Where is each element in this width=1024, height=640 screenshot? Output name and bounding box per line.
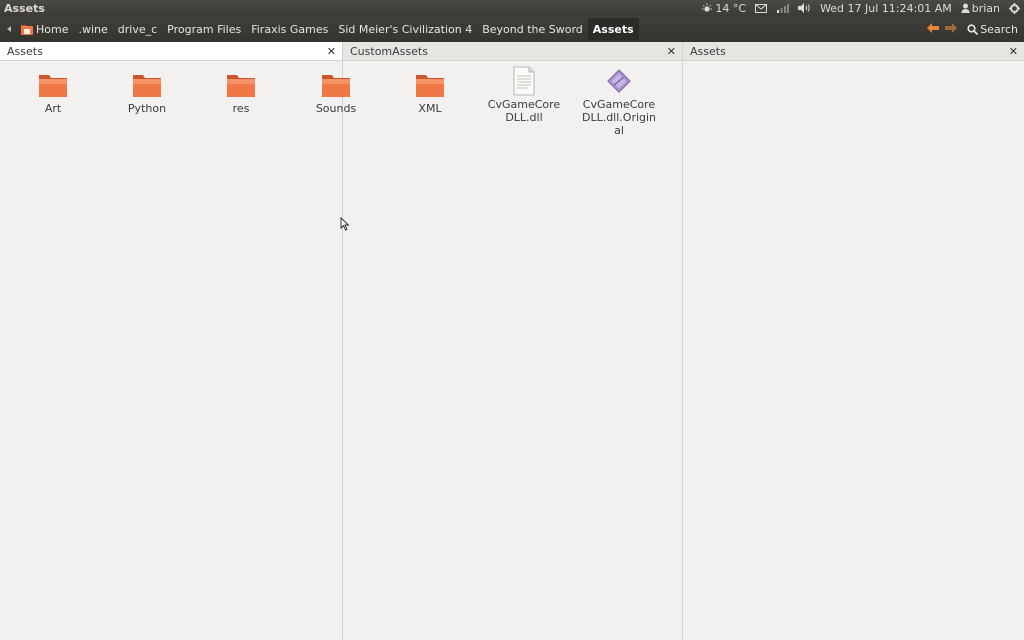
top-panel: Assets 14 °C Wed 17 Jul 11:24:01 AM bria…: [0, 0, 1024, 16]
breadcrumb-wine[interactable]: .wine: [73, 18, 112, 40]
breadcrumb-label: Firaxis Games: [251, 22, 329, 36]
mail-icon: [755, 3, 768, 13]
weather-icon: [702, 3, 713, 12]
gear-icon: [1009, 2, 1020, 14]
breadcrumb-label: Assets: [592, 22, 634, 36]
chevron-left-icon: [6, 26, 11, 32]
breadcrumb-assets[interactable]: Assets: [587, 18, 639, 40]
file-item-cvgamecoredll[interactable]: CvGameCoreDLL.dll: [480, 66, 568, 124]
breadcrumb-beyond-the-sword[interactable]: Beyond the Sword: [477, 18, 588, 40]
network-indicator[interactable]: [776, 3, 790, 13]
pane-title: Assets: [7, 44, 43, 58]
breadcrumb-label: Program Files: [167, 22, 242, 36]
weather-text: 14 °C: [715, 1, 747, 15]
mouse-pointer-icon: [340, 217, 350, 231]
user-name: brian: [971, 1, 1000, 15]
breadcrumb-home[interactable]: Home: [16, 18, 73, 40]
file-name: Sounds: [315, 102, 357, 115]
search-button[interactable]: Search: [967, 23, 1018, 36]
close-pane-button[interactable]: ✕: [1009, 45, 1018, 58]
arrow-left-icon: [927, 22, 940, 33]
clock-indicator[interactable]: Wed 17 Jul 11:24:01 AM: [820, 2, 952, 15]
forward-button[interactable]: [945, 22, 958, 36]
volume-indicator[interactable]: [798, 3, 811, 13]
indicator-area: 14 °C Wed 17 Jul 11:24:01 AM brian: [701, 2, 1024, 15]
back-button[interactable]: [927, 22, 940, 36]
breadcrumb-firaxis-games[interactable]: Firaxis Games: [246, 18, 333, 40]
file-name: CvGameCoreDLL.dll: [487, 98, 561, 124]
file-name: Python: [127, 102, 167, 115]
home-folder-icon: [21, 24, 33, 35]
folder-icon: [322, 75, 350, 97]
folder-icon: [133, 75, 161, 97]
pane-assets-2[interactable]: Assets ✕: [683, 42, 1024, 640]
breadcrumb-label: Home: [36, 22, 69, 36]
breadcrumb: Home .wine drive_c Program Files Firaxis…: [0, 16, 639, 42]
search-label: Search: [980, 22, 1018, 36]
breadcrumb-scroll-left-button[interactable]: [2, 26, 16, 32]
search-icon: [967, 23, 979, 35]
close-pane-button[interactable]: ✕: [667, 45, 676, 58]
toolbar-right: Search: [927, 22, 1024, 36]
speaker-icon: [798, 3, 810, 13]
pane-container: Assets ✕ CustomAssets ✕ Assets ✕ Art Pyt…: [0, 42, 1024, 640]
file-item-sounds[interactable]: Sounds: [292, 70, 380, 115]
document-icon: [513, 66, 535, 96]
pane-title: CustomAssets: [350, 44, 428, 58]
breadcrumb-drive-c[interactable]: drive_c: [113, 18, 162, 40]
user-indicator[interactable]: brian: [961, 2, 1000, 15]
file-item-art[interactable]: Art: [9, 70, 97, 115]
pane-tab[interactable]: CustomAssets ✕: [343, 42, 682, 61]
folder-icon: [416, 75, 444, 97]
file-name: CvGameCoreDLL.dll.Original: [581, 98, 657, 137]
file-item-res[interactable]: res: [197, 70, 285, 115]
diamond-file-icon: [607, 69, 631, 93]
folder-icon: [39, 75, 67, 97]
file-name: Art: [44, 102, 62, 115]
breadcrumb-label: drive_c: [117, 22, 158, 36]
breadcrumb-civilization-4[interactable]: Sid Meier's Civilization 4: [333, 18, 477, 40]
close-pane-button[interactable]: ✕: [327, 45, 336, 58]
user-icon: [961, 3, 970, 13]
weather-indicator[interactable]: 14 °C: [701, 2, 746, 15]
file-name: XML: [418, 102, 442, 115]
arrow-right-icon: [945, 22, 958, 33]
location-toolbar: Home .wine drive_c Program Files Firaxis…: [0, 16, 1024, 42]
datetime-text: Wed 17 Jul 11:24:01 AM: [820, 1, 952, 15]
session-indicator[interactable]: [1009, 2, 1020, 14]
pane-tab[interactable]: Assets ✕: [683, 42, 1024, 61]
network-signal-icon: [777, 4, 790, 13]
folder-icon: [227, 75, 255, 97]
mail-indicator[interactable]: [755, 3, 768, 13]
breadcrumb-label: Sid Meier's Civilization 4: [338, 22, 473, 36]
file-name: res: [232, 102, 250, 115]
pane-tab[interactable]: Assets ✕: [0, 42, 342, 61]
window-title: Assets: [4, 1, 45, 15]
file-icon-view: Art Python res Sounds XML CvGameCoreDLL.…: [0, 62, 680, 182]
breadcrumb-label: Beyond the Sword: [482, 22, 583, 36]
file-item-python[interactable]: Python: [103, 70, 191, 115]
breadcrumb-label: .wine: [78, 22, 108, 36]
file-item-cvgamecoredll-original[interactable]: CvGameCoreDLL.dll.Original: [575, 68, 663, 137]
pane-title: Assets: [690, 44, 726, 58]
breadcrumb-program-files[interactable]: Program Files: [162, 18, 246, 40]
file-item-xml[interactable]: XML: [386, 70, 474, 115]
